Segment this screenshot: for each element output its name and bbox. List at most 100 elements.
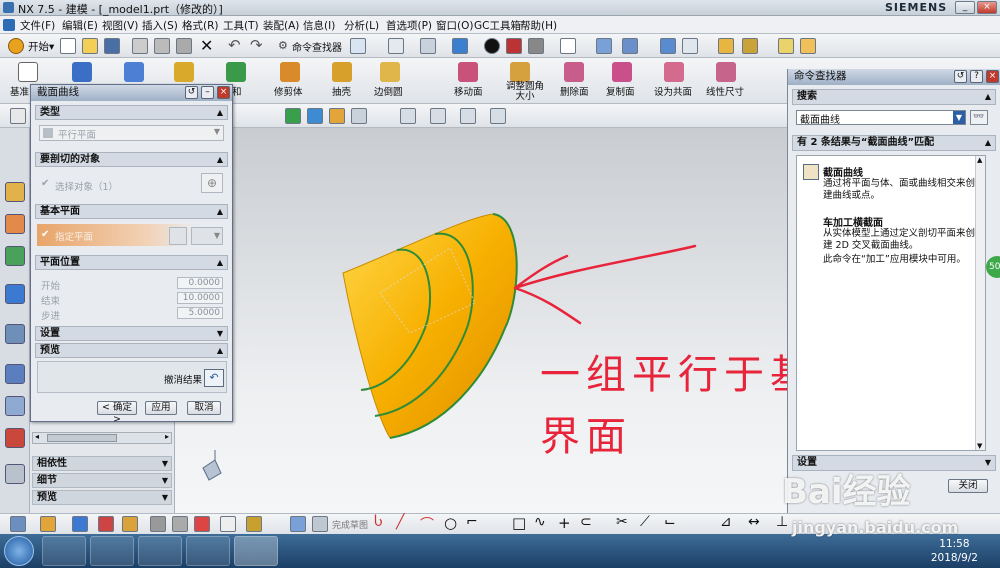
constraint-navigator-icon[interactable]	[5, 214, 25, 234]
selection-filter-icon[interactable]	[10, 108, 26, 124]
web-browser-icon[interactable]	[5, 324, 25, 344]
start-icon[interactable]	[8, 38, 24, 54]
search-section-header[interactable]: 搜索 ▲	[792, 89, 996, 105]
command-finder-button[interactable]: 命令查找器	[292, 39, 342, 54]
apply-button[interactable]: 应用	[145, 401, 177, 415]
minimize-button[interactable]: _	[955, 1, 975, 14]
type-dropdown[interactable]: 平行平面 ▼	[39, 125, 224, 141]
fit-view-icon[interactable]	[388, 38, 404, 54]
scroll-left-icon[interactable]: ◂	[35, 432, 39, 441]
cut-icon[interactable]	[132, 38, 148, 54]
snap-icon-6[interactable]	[430, 108, 446, 124]
graphics-window[interactable]	[175, 128, 787, 513]
shaded-icon[interactable]	[484, 38, 500, 54]
move-face-label[interactable]: 移动面	[454, 84, 483, 98]
chevron-down-icon[interactable]: ▼	[214, 127, 220, 136]
chevron-down-icon[interactable]: ▼	[217, 327, 223, 340]
menu-assemblies[interactable]: 装配(A)	[263, 18, 299, 33]
delete-face-label[interactable]: 删除面	[560, 84, 589, 98]
close-finder-icon[interactable]: ×	[986, 70, 999, 83]
render-style-icon[interactable]	[452, 38, 468, 54]
chevron-up-icon[interactable]: ▲	[217, 344, 223, 357]
taskbar-app-nx-icon[interactable]	[234, 536, 278, 566]
chevron-down-icon[interactable]: ▼	[162, 491, 168, 504]
part-icon[interactable]	[506, 38, 522, 54]
angle-icon[interactable]	[800, 38, 816, 54]
navigator-scrollbar[interactable]: ◂ ▸	[32, 432, 172, 444]
select-object-field[interactable]: 选择对象（1）	[55, 179, 118, 193]
analysis-icon[interactable]	[718, 38, 734, 54]
taskbar-app-360-icon[interactable]	[42, 536, 86, 566]
taskbar-app-notepad-icon[interactable]	[138, 536, 182, 566]
body-icon[interactable]	[528, 38, 544, 54]
copy-face-icon[interactable]	[612, 62, 632, 82]
menu-help[interactable]: 帮助(H)	[520, 18, 557, 33]
menu-edit[interactable]: 编辑(E)	[62, 18, 98, 33]
finish-sketch-icon[interactable]	[312, 516, 328, 532]
rectangle-icon[interactable]: □	[512, 514, 526, 532]
bottom-tool-icon-7[interactable]	[172, 516, 188, 532]
point-icon[interactable]: +	[558, 514, 571, 532]
binoculars-icon[interactable]: 👓	[970, 110, 988, 125]
menu-file[interactable]: 文件(F)	[20, 18, 55, 33]
process-studio-icon[interactable]	[5, 428, 25, 448]
chevron-up-icon[interactable]: ▲	[985, 136, 991, 150]
quick-trim-icon[interactable]: ✂	[616, 514, 628, 530]
menu-analysis[interactable]: 分析(L)	[344, 18, 379, 33]
menu-window[interactable]: 窗口(O)	[436, 18, 473, 33]
trim-body-icon[interactable]	[280, 62, 300, 82]
results-section-header[interactable]: 有 2 条结果与“截面曲线”匹配 ▲	[792, 135, 996, 151]
bottom-tool-icon-5[interactable]	[122, 516, 138, 532]
delete-icon[interactable]: ✕	[200, 36, 213, 55]
resize-blend-icon[interactable]	[510, 62, 530, 82]
menu-info[interactable]: 信息(I)	[303, 18, 335, 33]
snap-icon-4[interactable]	[351, 108, 367, 124]
finish-sketch-label[interactable]: 完成草图	[332, 518, 368, 531]
datum-icon[interactable]	[18, 62, 38, 82]
ruler-icon[interactable]	[778, 38, 794, 54]
taskbar-app-paint-icon[interactable]	[186, 536, 230, 566]
copy-icon[interactable]	[154, 38, 170, 54]
chevron-down-icon[interactable]: ▼	[162, 457, 168, 470]
chevron-down-icon[interactable]: ▼	[953, 111, 965, 124]
taskbar-clock[interactable]: 11:58 2018/9/2	[931, 537, 978, 565]
nav-row-details[interactable]: 细节 ▼	[32, 473, 172, 488]
hole-icon[interactable]	[174, 62, 194, 82]
cancel-button[interactable]: 取消	[187, 401, 221, 415]
history-icon[interactable]	[5, 364, 25, 384]
profile-icon[interactable]: Ⴑ	[374, 514, 383, 530]
scroll-right-icon[interactable]: ▸	[165, 432, 169, 441]
linear-dimension-icon[interactable]	[716, 62, 736, 82]
snap-icon-5[interactable]	[400, 108, 416, 124]
chevron-up-icon[interactable]: ▲	[217, 106, 223, 119]
section-base-plane[interactable]: 基本平面 ▲	[35, 204, 228, 219]
close-dialog-icon[interactable]: ×	[217, 86, 230, 99]
end-input[interactable]: 10.0000	[177, 292, 223, 304]
assembly-navigator-icon[interactable]	[5, 182, 25, 202]
result-title-section-curve[interactable]: 截面曲线	[823, 164, 863, 179]
trim-body-label[interactable]: 修剪体	[274, 84, 303, 98]
undo-result-button[interactable]: ↶	[204, 369, 224, 387]
crosshair-icon[interactable]: ⊕	[201, 173, 223, 193]
chevron-up-icon[interactable]: ▲	[217, 205, 223, 218]
grid-icon[interactable]	[682, 38, 698, 54]
make-coplanar-label[interactable]: 设为共面	[654, 84, 692, 98]
orient-icon[interactable]	[622, 38, 638, 54]
shell-icon[interactable]	[332, 62, 352, 82]
bottom-tool-icon-8[interactable]	[194, 516, 210, 532]
plane-dialog-icon[interactable]	[169, 227, 187, 245]
chevron-up-icon[interactable]: ▲	[985, 90, 991, 104]
edge-blend-icon[interactable]	[380, 62, 400, 82]
menu-gc-toolbox[interactable]: GC工具箱	[474, 18, 521, 33]
fillet-icon[interactable]: ⌐	[466, 514, 478, 530]
bottom-tool-icon-10[interactable]	[246, 516, 262, 532]
section-objects-to-section[interactable]: 要剖切的对象 ▲	[35, 152, 228, 167]
start-menu-button[interactable]: 开始▾	[28, 39, 54, 54]
bottom-tool-icon-4[interactable]	[98, 516, 114, 532]
measure-icon[interactable]	[742, 38, 758, 54]
section-plane-position[interactable]: 平面位置 ▲	[35, 255, 228, 270]
chevron-up-icon[interactable]: ▲	[217, 153, 223, 166]
resize-blend-label[interactable]: 调整圆角大小	[503, 82, 547, 102]
nav-row-dependencies[interactable]: 相依性 ▼	[32, 456, 172, 471]
new-file-icon[interactable]	[60, 38, 76, 54]
